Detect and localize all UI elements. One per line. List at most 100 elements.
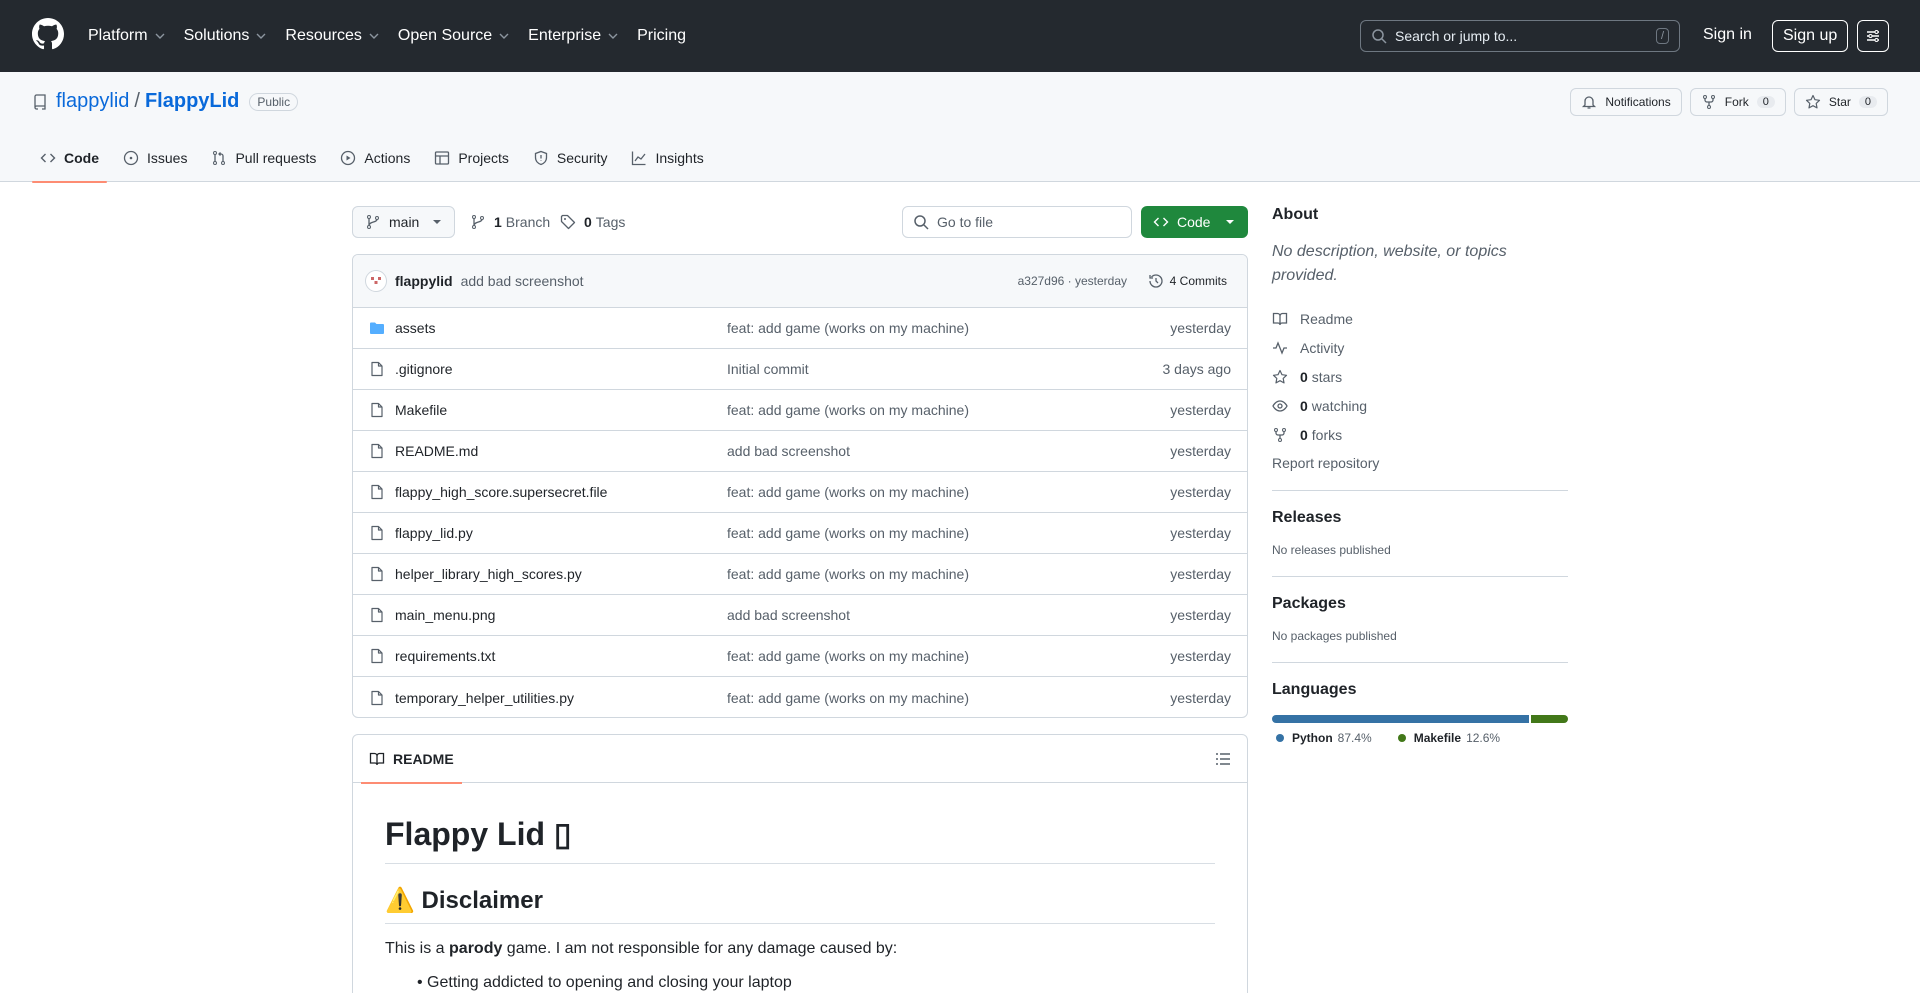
file-commit-date: yesterday	[1170, 443, 1231, 459]
nav-label: Open Source	[397, 27, 493, 44]
file-name-link[interactable]: requirements.txt	[395, 648, 495, 664]
watching-link[interactable]: 0 watching	[1272, 391, 1568, 420]
file-name-link[interactable]: Makefile	[395, 402, 447, 418]
language-name: Makefile	[1413, 731, 1462, 745]
file-row[interactable]: flappy_lid.py feat: add game (works on my…	[353, 513, 1247, 554]
notifications-button[interactable]: Notifications	[1570, 88, 1682, 116]
file-row[interactable]: helper_library_high_scores.py feat: add g…	[353, 554, 1247, 595]
stars-link[interactable]: 0 stars	[1272, 362, 1568, 391]
tab-security[interactable]: Security	[525, 134, 616, 182]
nav-solutions[interactable]: Solutions	[184, 27, 268, 45]
activity-link[interactable]: Activity	[1272, 333, 1568, 362]
file-commit-message[interactable]: feat: add game (works on my machine)	[727, 484, 969, 500]
fork-button[interactable]: Fork 0	[1689, 88, 1786, 116]
tag-icon	[560, 214, 576, 230]
file-commit-message[interactable]: feat: add game (works on my machine)	[727, 402, 969, 418]
language-name: Python	[1292, 731, 1333, 745]
nav-resources[interactable]: Resources	[285, 27, 379, 45]
star-button[interactable]: Star 0	[1793, 88, 1888, 116]
tab-projects[interactable]: Projects	[426, 134, 517, 182]
file-commit-message[interactable]: feat: add game (works on my machine)	[727, 320, 969, 336]
branches-link[interactable]: 1 Branch	[470, 214, 550, 230]
file-commit-message[interactable]: feat: add game (works on my machine)	[727, 525, 969, 541]
report-repository-link[interactable]: Report repository	[1272, 455, 1568, 471]
file-row[interactable]: Makefile feat: add game (works on my mach…	[353, 390, 1247, 431]
file-commit-message[interactable]: feat: add game (works on my machine)	[727, 690, 969, 706]
commits-history-link[interactable]: 4 Commits	[1148, 273, 1227, 289]
branch-icon	[367, 215, 379, 229]
nav-platform[interactable]: Platform	[88, 27, 166, 45]
language-item[interactable]: Python 87.4%	[1276, 731, 1372, 745]
file-table: flappylid add bad screenshot a327d96 · y…	[352, 254, 1248, 718]
nav-enterprise[interactable]: Enterprise	[528, 27, 619, 45]
readme-tab[interactable]: README	[361, 735, 462, 784]
tab-actions[interactable]: Actions	[332, 134, 418, 182]
commit-author-link[interactable]: flappylid	[395, 273, 453, 289]
releases-empty: No releases published	[1272, 543, 1391, 557]
sliders-icon	[1867, 30, 1879, 42]
file-commit-message[interactable]: add bad screenshot	[727, 443, 850, 459]
file-name-link[interactable]: flappy_high_score.supersecret.file	[395, 484, 607, 500]
shield-icon	[534, 150, 548, 166]
code-dropdown-button[interactable]: Code	[1141, 206, 1248, 238]
global-search-input[interactable]: Search or jump to... /	[1360, 20, 1680, 52]
file-row[interactable]: requirements.txt feat: add game (works on…	[353, 636, 1247, 677]
branch-selector[interactable]: main	[352, 206, 455, 238]
readme-tab-label: README	[393, 750, 454, 767]
tag-label: Tags	[595, 214, 626, 230]
file-row[interactable]: main_menu.png add bad screenshot yesterday	[353, 595, 1247, 636]
go-to-file-input[interactable]: Go to file	[902, 206, 1132, 238]
file-row[interactable]: assets feat: add game (works on my machin…	[353, 308, 1247, 349]
tab-label: Actions	[364, 150, 411, 166]
file-name-link[interactable]: README.md	[395, 443, 478, 459]
packages-heading[interactable]: Packages	[1272, 595, 1568, 613]
file-icon	[371, 607, 383, 623]
tab-code[interactable]: Code	[32, 134, 107, 183]
nav-open-source[interactable]: Open Source	[398, 27, 510, 45]
fork-icon	[1274, 427, 1286, 442]
tags-link[interactable]: 0 Tags	[560, 214, 625, 230]
avatar[interactable]	[365, 270, 387, 292]
file-name-link[interactable]: main_menu.png	[395, 607, 495, 623]
repo-owner-link[interactable]: flappylid	[56, 90, 129, 113]
language-item[interactable]: Makefile 12.6%	[1397, 731, 1500, 745]
file-name-link[interactable]: flappy_lid.py	[395, 525, 473, 541]
file-commit-message[interactable]: feat: add game (works on my machine)	[727, 566, 969, 582]
file-commit-date: yesterday	[1170, 607, 1231, 623]
file-commit-message[interactable]: add bad screenshot	[727, 607, 850, 623]
book-icon	[1272, 312, 1288, 325]
packages-empty: No packages published	[1272, 629, 1397, 643]
file-commit-message[interactable]: feat: add game (works on my machine)	[727, 648, 969, 664]
file-name-link[interactable]: assets	[395, 320, 435, 336]
file-name-link[interactable]: temporary_helper_utilities.py	[395, 690, 574, 706]
tab-pull-requests[interactable]: Pull requests	[203, 134, 324, 182]
settings-menu-button[interactable]	[1857, 20, 1889, 52]
language-bar-segment	[1530, 715, 1568, 723]
tab-insights[interactable]: Insights	[623, 134, 711, 182]
tab-issues[interactable]: Issues	[115, 134, 195, 182]
tab-label: Projects	[458, 150, 509, 166]
sign-in-link[interactable]: Sign in	[1703, 26, 1752, 44]
releases-heading[interactable]: Releases	[1272, 509, 1568, 527]
github-logo-icon[interactable]	[32, 18, 64, 50]
forks-link[interactable]: 0 forks	[1272, 420, 1568, 449]
commit-hash-date[interactable]: a327d96 · yesterday	[1018, 274, 1127, 288]
forks-label: forks	[1311, 426, 1343, 443]
list-icon[interactable]	[1215, 751, 1231, 767]
file-row[interactable]: .gitignore Initial commit 3 days ago	[353, 349, 1247, 390]
sign-up-button[interactable]: Sign up	[1772, 20, 1849, 52]
code-icon	[40, 153, 56, 163]
readme-link[interactable]: Readme	[1272, 304, 1568, 333]
file-row[interactable]: flappy_high_score.supersecret.file feat: …	[353, 472, 1247, 513]
commit-count-label: 4 Commits	[1169, 274, 1227, 288]
commit-message-link[interactable]: add bad screenshot	[461, 273, 584, 289]
file-row[interactable]: README.md add bad screenshot yesterday	[353, 431, 1247, 472]
file-commit-message[interactable]: Initial commit	[727, 361, 809, 377]
repo-title: flappylid / FlappyLid Public	[32, 90, 299, 113]
file-name-link[interactable]: helper_library_high_scores.py	[395, 566, 582, 582]
repo-tabs: Code Issues Pull requests Actions Projec…	[32, 134, 720, 183]
file-row[interactable]: temporary_helper_utilities.py feat: add g…	[353, 677, 1247, 717]
repo-name-link[interactable]: FlappyLid	[145, 90, 239, 113]
nav-pricing[interactable]: Pricing	[637, 27, 686, 45]
file-name-link[interactable]: .gitignore	[395, 361, 453, 377]
